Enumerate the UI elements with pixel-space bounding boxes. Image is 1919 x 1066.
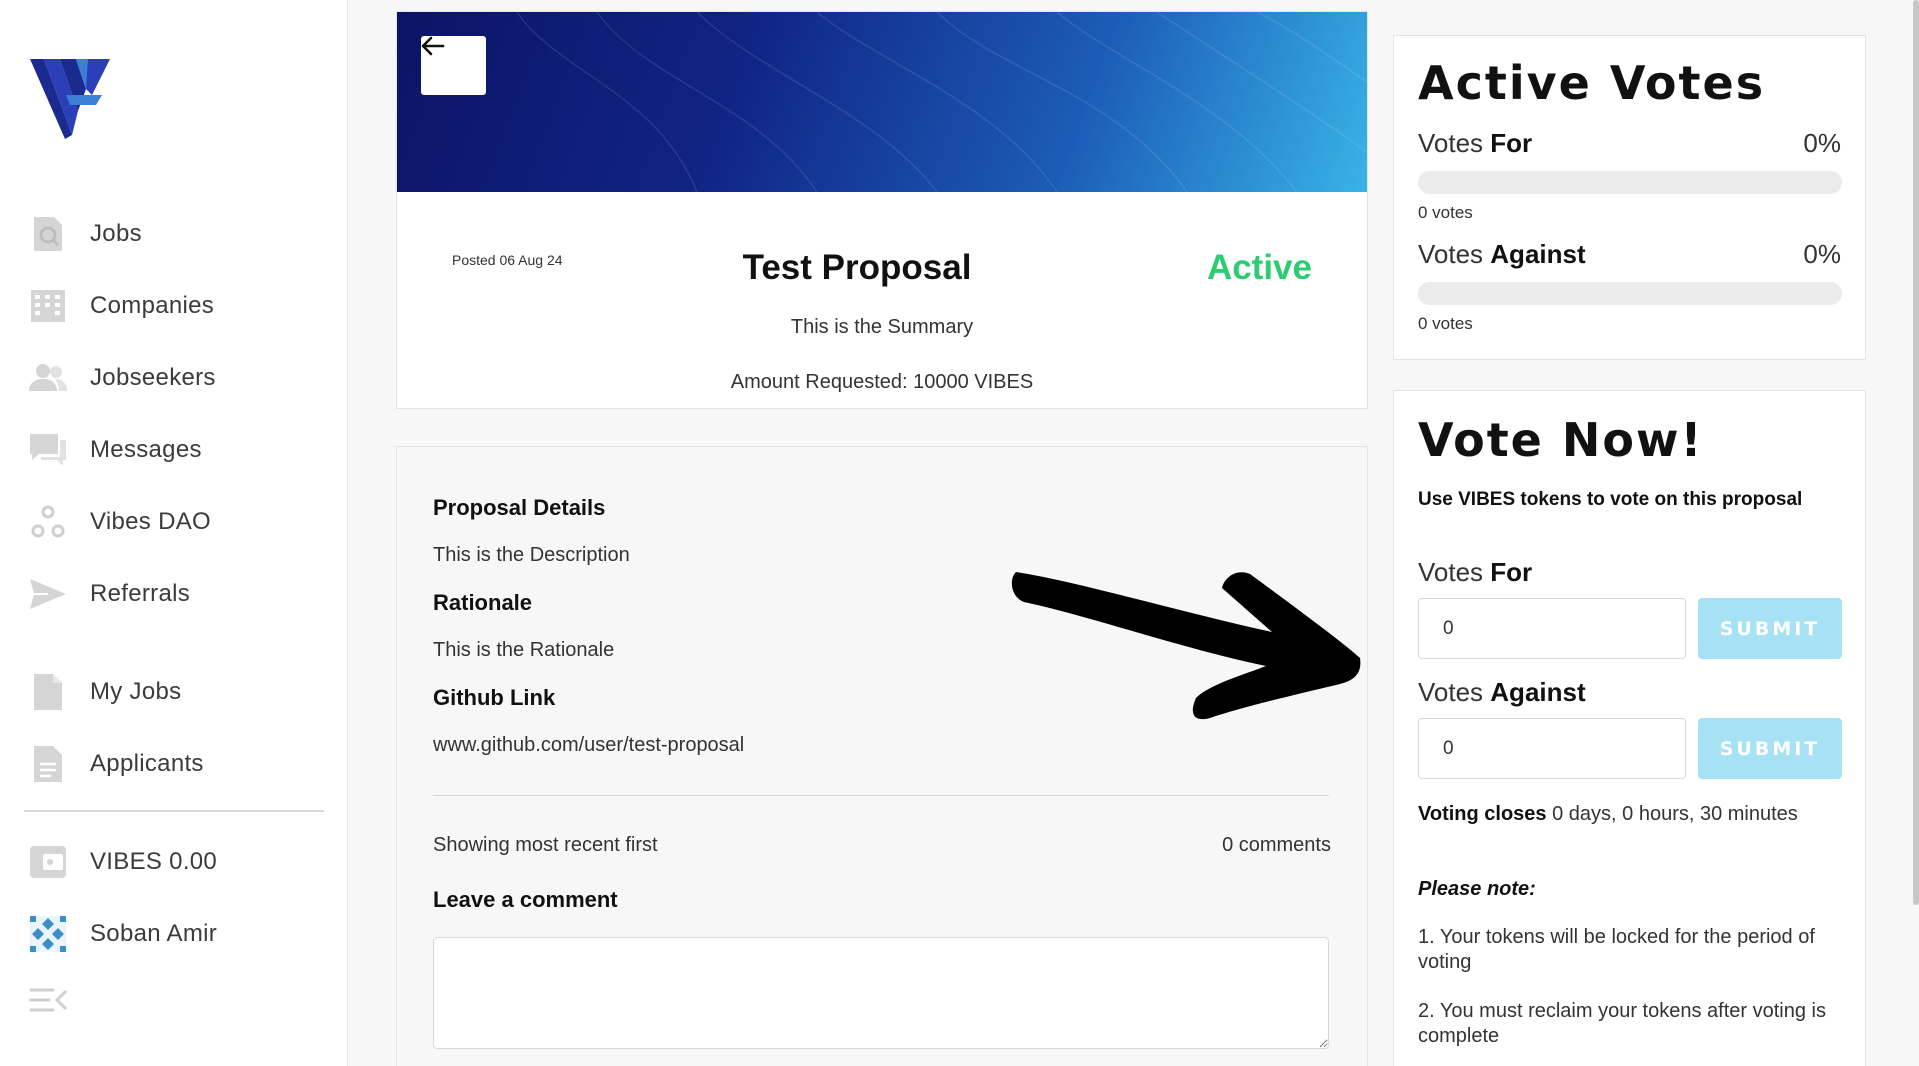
votes-for-label: Votes For (1418, 128, 1533, 158)
sidebar-item-label: Applicants (90, 750, 204, 777)
votes-against-bar (1418, 282, 1842, 305)
sidebar: Jobs Companies Jobseekers Messages Vibes… (0, 0, 348, 1066)
sidebar-item-label: My Jobs (90, 678, 182, 705)
votes-against-input[interactable] (1418, 718, 1686, 779)
status-badge: Active (1206, 248, 1312, 287)
votes-against-percent: 0% (1803, 239, 1841, 269)
votes-against-count: 0 votes (1418, 314, 1473, 333)
comment-input[interactable] (433, 937, 1329, 1049)
sidebar-item-profile[interactable]: Soban Amir (28, 910, 217, 958)
sidebar-item-wallet[interactable]: VIBES 0.00 (28, 838, 217, 886)
logo-icon (30, 59, 110, 139)
building-icon (28, 286, 68, 326)
search-file-icon (28, 214, 68, 254)
proposal-banner (397, 12, 1367, 192)
votes-for-count: 0 votes (1418, 203, 1473, 222)
divider (433, 795, 1329, 796)
details-heading: Proposal Details (433, 495, 606, 520)
sidebar-item-label: Messages (90, 436, 202, 463)
amount-requested: Amount Requested: 10000 VIBES (730, 371, 1034, 393)
vote-for-label: Votes For (1418, 557, 1533, 587)
note-heading: Please note: (1418, 878, 1536, 900)
rationale-heading: Rationale (433, 590, 533, 615)
sidebar-item-label: Jobseekers (90, 364, 216, 391)
back-button[interactable] (421, 36, 486, 95)
submit-against-button[interactable]: SUBMIT (1698, 718, 1842, 779)
votes-against-label: Votes Against (1418, 239, 1586, 269)
document-icon (28, 744, 68, 784)
proposal-description: This is the Description (433, 544, 630, 566)
voting-closes: Voting closes 0 days, 0 hours, 30 minute… (1418, 803, 1798, 825)
arrow-left-icon (421, 36, 445, 56)
sidebar-item-jobs[interactable]: Jobs (28, 210, 142, 258)
proposal-title: Test Proposal (742, 248, 972, 287)
comment-sort-text: Showing most recent first (433, 834, 658, 856)
vote-now-subtitle: Use VIBES tokens to vote on this proposa… (1418, 489, 1803, 510)
avatar (28, 914, 68, 954)
leave-comment-heading: Leave a comment (433, 887, 618, 912)
file-icon (28, 672, 68, 712)
collapse-sidebar-button[interactable] (28, 976, 68, 1024)
page-scrollbar[interactable] (1913, 0, 1919, 905)
vote-now-title: Vote Now! (1418, 413, 1704, 467)
vote-against-label: Votes Against (1418, 677, 1586, 707)
sidebar-item-label: Vibes DAO (90, 508, 211, 535)
sidebar-item-jobseekers[interactable]: Jobseekers (28, 354, 216, 402)
sidebar-item-label: Referrals (90, 580, 191, 607)
chat-icon (28, 430, 68, 470)
note-item: 2. You must reclaim your tokens after vo… (1418, 1000, 1826, 1047)
comment-count: 0 comments (1222, 834, 1331, 856)
active-votes-title: Active Votes (1418, 56, 1766, 110)
wallet-icon (28, 842, 68, 882)
dao-icon (28, 502, 68, 542)
sidebar-item-vibes-dao[interactable]: Vibes DAO (28, 498, 211, 546)
sidebar-item-applicants[interactable]: Applicants (28, 740, 204, 788)
users-icon (28, 358, 68, 398)
proposal-summary: This is the Summary (790, 316, 974, 338)
proposal-details-card: Proposal Details This is the Description… (396, 446, 1368, 1066)
posted-date: Posted 06 Aug 24 (452, 252, 563, 268)
sidebar-item-messages[interactable]: Messages (28, 426, 202, 474)
proposal-rationale: This is the Rationale (433, 639, 615, 661)
logo[interactable] (30, 55, 120, 140)
sidebar-item-label: Jobs (90, 220, 142, 247)
sidebar-item-companies[interactable]: Companies (28, 282, 214, 330)
user-name: Soban Amir (90, 920, 218, 947)
github-link[interactable]: www.github.com/user/test-proposal (433, 734, 744, 757)
votes-for-input[interactable] (1418, 598, 1686, 659)
proposal-header-card: Posted 06 Aug 24 Test Proposal Active Th… (396, 11, 1368, 409)
active-votes-card: Active Votes Votes For 0% 0 votes Votes … (1393, 35, 1866, 360)
note-item: 1. Your tokens will be locked for the pe… (1418, 926, 1815, 973)
votes-for-bar (1418, 171, 1842, 194)
wallet-balance: VIBES 0.00 (90, 848, 218, 875)
submit-for-button[interactable]: SUBMIT (1698, 598, 1842, 659)
votes-for-percent: 0% (1803, 128, 1841, 158)
sidebar-item-label: Companies (90, 292, 215, 319)
sidebar-item-referrals[interactable]: Referrals (28, 570, 190, 618)
vote-now-card: Vote Now! Use VIBES tokens to vote on th… (1393, 390, 1866, 1066)
send-icon (28, 574, 68, 614)
github-heading: Github Link (433, 685, 556, 710)
collapse-menu-icon (28, 980, 68, 1020)
sidebar-divider (24, 810, 324, 812)
arrow-right-icon (1011, 572, 1361, 720)
sidebar-item-my-jobs[interactable]: My Jobs (28, 668, 181, 716)
